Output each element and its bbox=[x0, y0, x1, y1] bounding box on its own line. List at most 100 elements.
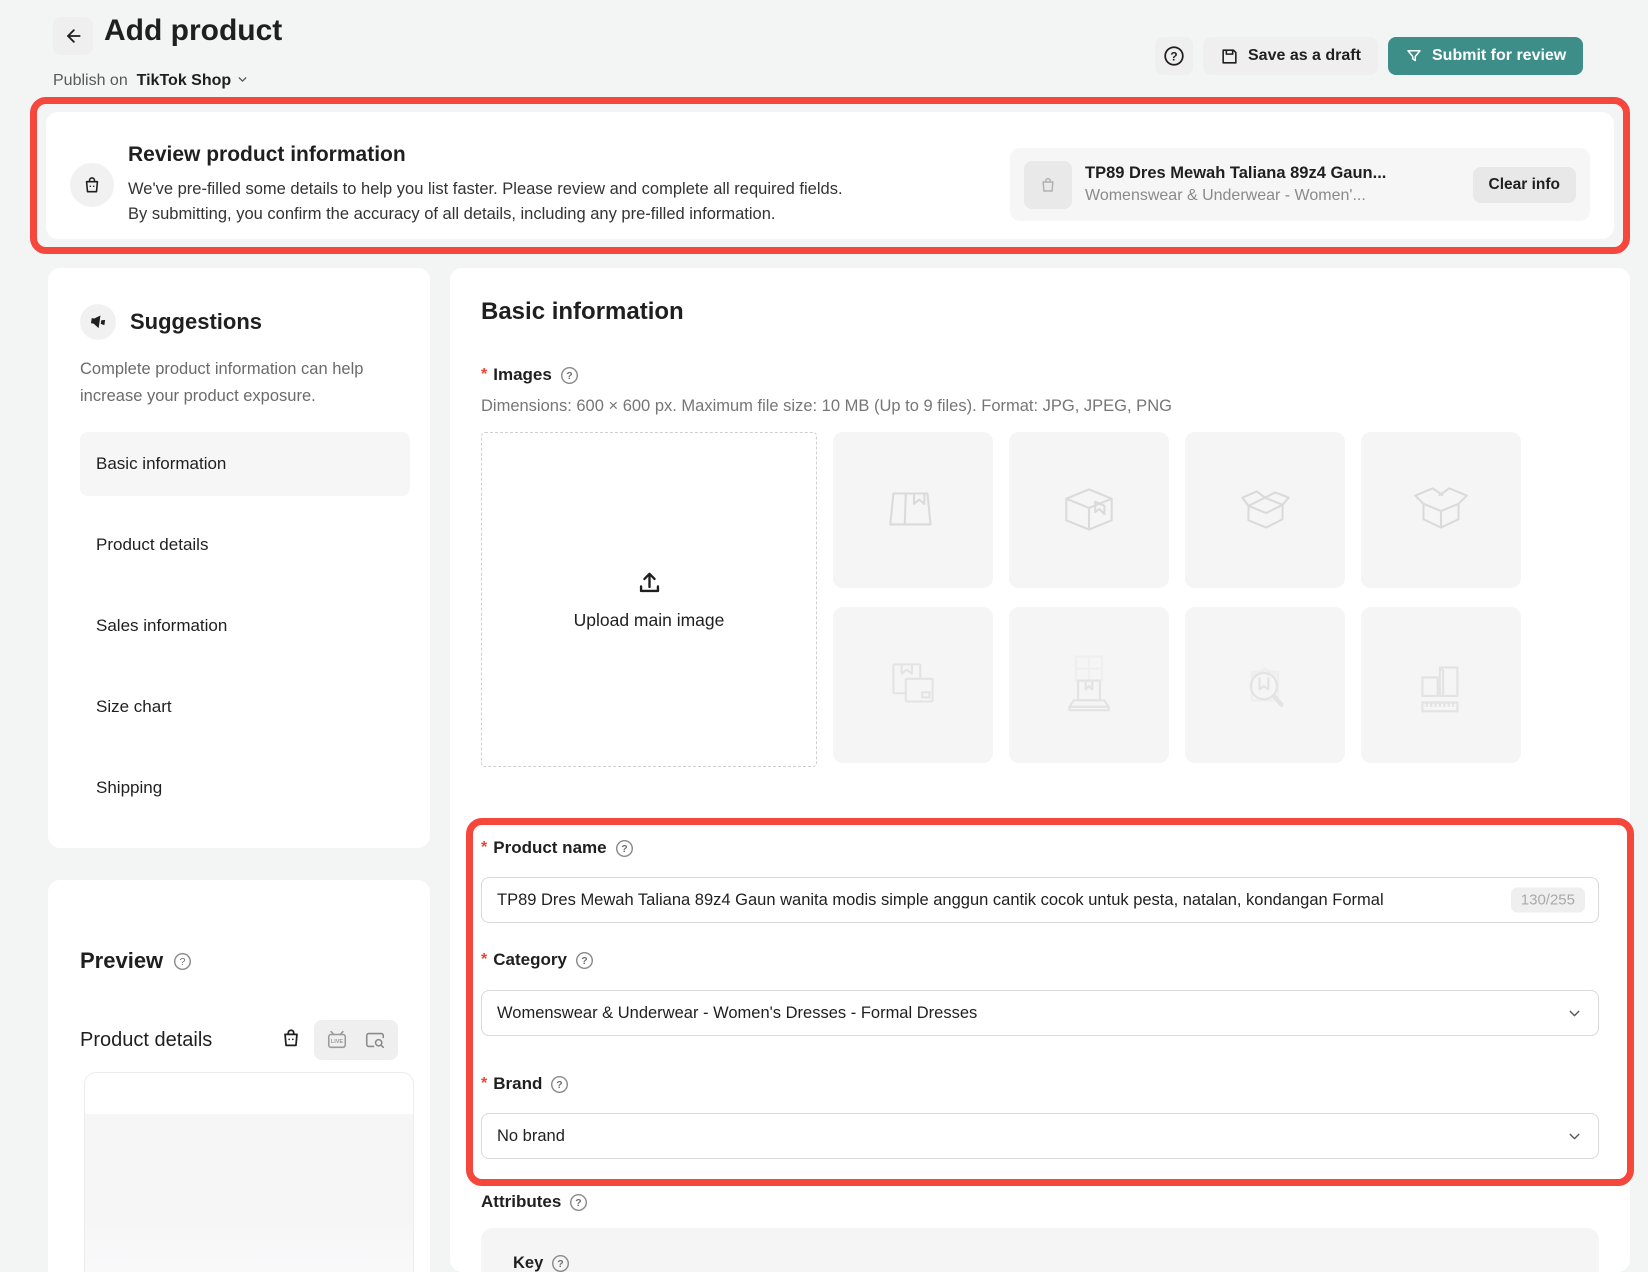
required-asterisk: * bbox=[481, 1075, 487, 1093]
question-circle-icon[interactable]: ? bbox=[569, 1193, 588, 1212]
question-circle-icon[interactable]: ? bbox=[615, 839, 634, 858]
question-circle-icon[interactable]: ? bbox=[550, 1075, 569, 1094]
brand-select[interactable]: No brand bbox=[481, 1113, 1599, 1159]
back-button[interactable] bbox=[53, 17, 93, 55]
box-platform-icon bbox=[1054, 650, 1124, 720]
preview-header: Preview ? bbox=[80, 948, 192, 974]
banner-bag-badge bbox=[70, 163, 114, 207]
section-title: Basic information bbox=[481, 298, 684, 326]
box-measure-icon bbox=[1406, 650, 1476, 720]
image-slot-box-open bbox=[1185, 432, 1345, 588]
image-slot-box-3d bbox=[1009, 432, 1169, 588]
save-icon bbox=[1220, 47, 1239, 66]
product-name-label: Product name bbox=[493, 838, 606, 858]
image-slot-box-open-wide bbox=[1361, 432, 1521, 588]
shop-bag-icon bbox=[82, 175, 102, 195]
shop-bag-icon bbox=[1039, 176, 1057, 194]
preview-phone-body bbox=[85, 1114, 413, 1272]
required-asterisk: * bbox=[481, 366, 487, 384]
upload-main-image-dropzone[interactable]: Upload main image bbox=[481, 432, 817, 767]
image-slot-box-measure bbox=[1361, 607, 1521, 763]
svg-text:?: ? bbox=[557, 1080, 563, 1091]
category-label-row: * Category ? bbox=[481, 950, 594, 970]
preview-mode-product-button[interactable] bbox=[280, 1027, 302, 1054]
product-name-label-row: * Product name ? bbox=[481, 838, 634, 858]
review-banner: Review product information We've pre-fil… bbox=[46, 112, 1614, 239]
char-counter: 130/255 bbox=[1511, 888, 1585, 913]
preview-tab-label: Product details bbox=[80, 1029, 212, 1052]
attributes-key-label: Key bbox=[513, 1254, 543, 1272]
product-name-input[interactable] bbox=[497, 891, 1583, 910]
image-slot-grid bbox=[833, 432, 1521, 763]
svg-text:?: ? bbox=[621, 844, 627, 855]
suggestions-header: Suggestions bbox=[80, 304, 412, 340]
svg-text:?: ? bbox=[566, 371, 572, 382]
save-draft-button[interactable]: Save as a draft bbox=[1203, 37, 1378, 75]
question-circle-icon[interactable]: ? bbox=[575, 951, 594, 970]
attributes-key-label-row: Key ? bbox=[513, 1254, 570, 1272]
sidebar-item-sales-information[interactable]: Sales information bbox=[80, 594, 410, 658]
suggestions-nav: Basic information Product details Sales … bbox=[80, 432, 410, 820]
page-title: Add product bbox=[104, 14, 282, 48]
brand-label-row: * Brand ? bbox=[481, 1074, 569, 1094]
category-select[interactable]: Womenswear & Underwear - Women's Dresses… bbox=[481, 990, 1599, 1036]
question-circle-icon[interactable]: ? bbox=[551, 1254, 570, 1272]
prefilled-product-card: TP89 Dres Mewah Taliana 89z4 Gaun... Wom… bbox=[1010, 148, 1590, 221]
image-slot-box-front bbox=[833, 432, 993, 588]
svg-text:LIVE: LIVE bbox=[331, 1039, 344, 1045]
question-circle-icon: ? bbox=[1163, 45, 1185, 67]
banner-title: Review product information bbox=[128, 143, 406, 167]
shop-bag-icon bbox=[280, 1027, 302, 1049]
attributes-key-panel: Key ? bbox=[481, 1228, 1599, 1272]
required-asterisk: * bbox=[481, 951, 487, 969]
preview-mode-toggle: LIVE bbox=[314, 1020, 398, 1060]
svg-text:?: ? bbox=[558, 1259, 564, 1270]
box-stack-icon bbox=[880, 652, 946, 718]
suggestions-description: Complete product information can help in… bbox=[80, 356, 402, 410]
upload-icon bbox=[636, 569, 663, 596]
suggestions-panel: Suggestions Complete product information… bbox=[48, 268, 430, 848]
clear-info-button[interactable]: Clear info bbox=[1473, 167, 1576, 203]
image-slot-box-stack bbox=[833, 607, 993, 763]
browse-search-icon[interactable] bbox=[364, 1029, 386, 1051]
arrow-left-icon bbox=[63, 26, 83, 46]
add-product-page: Add product Publish on TikTok Shop ? Sav… bbox=[0, 0, 1648, 1272]
publish-channel-dropdown[interactable]: TikTok Shop bbox=[132, 72, 248, 89]
svg-text:?: ? bbox=[1170, 49, 1177, 63]
question-circle-icon[interactable]: ? bbox=[560, 366, 579, 385]
product-card-name: TP89 Dres Mewah Taliana 89z4 Gaun... bbox=[1085, 164, 1460, 183]
box-search-icon bbox=[1230, 650, 1300, 720]
box-open-wide-icon bbox=[1408, 477, 1474, 543]
attributes-label-row: Attributes ? bbox=[481, 1192, 588, 1212]
category-value: Womenswear & Underwear - Women's Dresses… bbox=[497, 1004, 977, 1023]
product-name-field: 130/255 bbox=[481, 877, 1599, 923]
preview-phone-frame bbox=[84, 1072, 414, 1272]
megaphone-icon bbox=[89, 313, 107, 331]
sidebar-item-basic-information[interactable]: Basic information bbox=[80, 432, 410, 496]
svg-text:?: ? bbox=[581, 956, 587, 967]
publish-row: Publish on TikTok Shop bbox=[53, 72, 249, 90]
question-circle-icon[interactable]: ? bbox=[173, 952, 192, 971]
preview-title: Preview bbox=[80, 948, 163, 974]
sidebar-item-shipping[interactable]: Shipping bbox=[80, 756, 410, 820]
upload-main-image-label: Upload main image bbox=[574, 610, 725, 631]
preview-tab-row: Product details LIVE bbox=[80, 1020, 398, 1060]
sidebar-item-size-chart[interactable]: Size chart bbox=[80, 675, 410, 739]
suggestions-title: Suggestions bbox=[130, 309, 262, 335]
chevron-down-icon bbox=[1566, 1005, 1583, 1022]
svg-text:?: ? bbox=[180, 957, 186, 968]
submit-review-button[interactable]: Submit for review bbox=[1388, 37, 1583, 75]
attributes-label: Attributes bbox=[481, 1192, 561, 1212]
box-front-icon bbox=[880, 477, 946, 543]
brand-label: Brand bbox=[493, 1074, 542, 1094]
box-open-icon bbox=[1232, 477, 1298, 543]
live-tv-icon[interactable]: LIVE bbox=[326, 1029, 348, 1051]
box-3d-icon bbox=[1056, 477, 1122, 543]
images-label: Images bbox=[493, 365, 552, 385]
svg-text:?: ? bbox=[576, 1198, 582, 1209]
product-card-text: TP89 Dres Mewah Taliana 89z4 Gaun... Wom… bbox=[1085, 164, 1460, 205]
sidebar-item-product-details[interactable]: Product details bbox=[80, 513, 410, 577]
images-hint: Dimensions: 600 × 600 px. Maximum file s… bbox=[481, 397, 1172, 416]
help-button[interactable]: ? bbox=[1155, 37, 1193, 75]
required-asterisk: * bbox=[481, 839, 487, 857]
